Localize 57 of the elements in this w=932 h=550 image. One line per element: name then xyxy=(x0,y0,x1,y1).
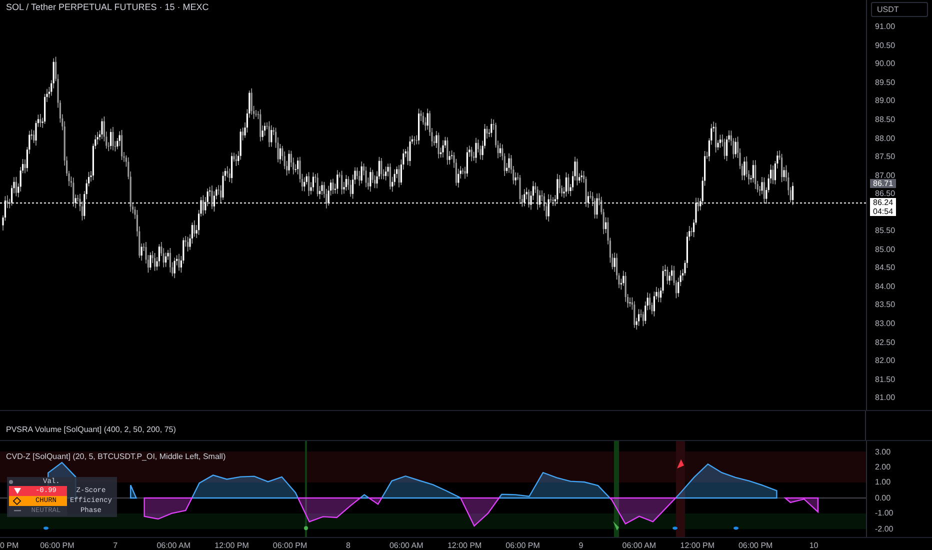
time-label: 06:00 AM xyxy=(389,541,424,550)
price-tick: 87.50 xyxy=(875,152,896,162)
price-tick: 81.50 xyxy=(875,374,896,384)
time-label: 06:00 PM xyxy=(738,541,773,550)
value-tick: 3.00 xyxy=(875,447,891,456)
time-label: 06:00 PM xyxy=(272,541,308,550)
currency-label[interactable]: USDT xyxy=(871,2,928,17)
value-tick: 0.00 xyxy=(875,493,891,502)
time-label: 12:00 PM xyxy=(680,541,715,550)
time-label: 0 PM xyxy=(0,541,19,550)
signal-dot xyxy=(44,526,48,530)
price-tick: 90.00 xyxy=(875,59,896,68)
value-tick: -2.00 xyxy=(875,524,894,534)
price-tick: 85.50 xyxy=(875,226,896,236)
price-tick: 86.50 xyxy=(875,189,896,198)
indicator-title: PVSRA Volume [SolQuant] (400, 2, 50, 200, 75) xyxy=(6,425,176,434)
dot-icon xyxy=(9,480,13,484)
time-label: 06:00 AM xyxy=(622,541,656,550)
price-tick: 87.00 xyxy=(875,170,896,180)
indicator-title: CVD-Z [SolQuant] (20, 5, BTCUSDT.P_OI, Middle Left, Small) xyxy=(6,452,226,461)
price-tick: 82.00 xyxy=(875,356,896,366)
sell-signal-marker xyxy=(677,459,684,469)
price-tick: 88.50 xyxy=(875,115,896,124)
signal-dot xyxy=(672,526,678,530)
time-label: 9 xyxy=(578,541,584,550)
price-tick: 84.50 xyxy=(875,263,896,272)
time-label: 10 xyxy=(809,541,818,550)
price-tick: 83.00 xyxy=(875,319,896,328)
value-tick: 1.00 xyxy=(875,478,891,487)
time-label: 06:00 AM xyxy=(156,541,190,550)
time-label: 12:00 PM xyxy=(447,541,482,550)
price-tick: 91.00 xyxy=(875,22,896,32)
price-tick: 90.50 xyxy=(875,40,896,50)
down-triangle-icon xyxy=(14,488,20,494)
signal-dot xyxy=(734,526,738,530)
last-price-label: 86.71 xyxy=(870,179,896,188)
price-tick: 85.00 xyxy=(875,244,896,254)
price-tick: 83.50 xyxy=(875,300,896,310)
value-tick: 2.00 xyxy=(875,462,891,472)
signal-dot xyxy=(304,526,308,530)
price-tick: 84.00 xyxy=(875,282,896,291)
price-tick: 88.00 xyxy=(875,134,896,143)
time-label: 12:00 PM xyxy=(214,541,249,550)
diamond-icon xyxy=(13,497,21,505)
time-label: 06:00 PM xyxy=(40,541,74,550)
price-tick: 89.00 xyxy=(875,96,896,106)
time-label: 7 xyxy=(113,541,118,550)
buy-signal-marker xyxy=(613,521,619,530)
dash-icon xyxy=(14,510,20,512)
chart-title: SOL / Tether PERPETUAL FUTURES · 15 · MEXC xyxy=(6,2,209,12)
time-label: 06:00 PM xyxy=(506,541,540,550)
price-tick: 81.00 xyxy=(875,393,896,402)
price-tick: 89.50 xyxy=(875,78,896,87)
price-tick: 82.50 xyxy=(875,338,896,347)
current-price-label: 86.24 04:54 xyxy=(870,198,896,216)
value-tick: -1.00 xyxy=(875,508,894,518)
time-label: 8 xyxy=(346,541,350,550)
